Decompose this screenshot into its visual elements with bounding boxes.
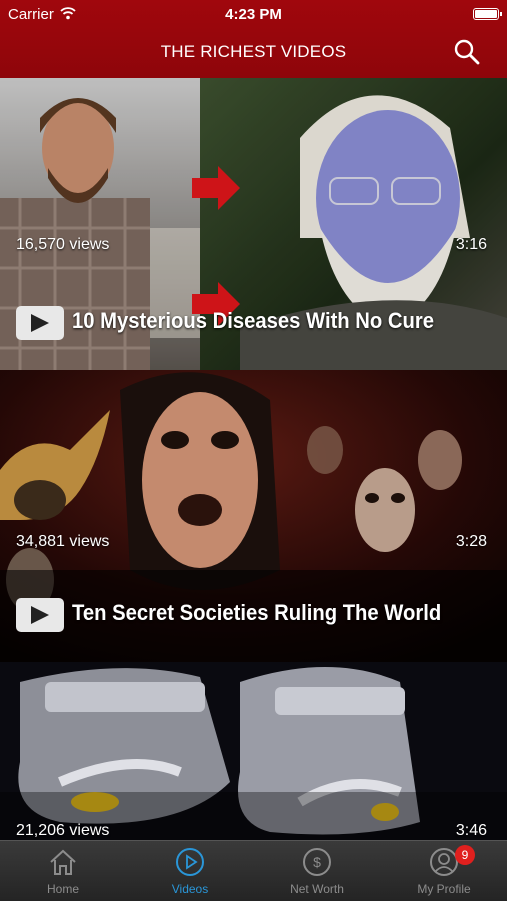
play-circle-icon xyxy=(176,848,204,876)
video-thumbnail xyxy=(0,662,507,840)
views-count: 16,570 views xyxy=(16,236,110,253)
video-title[interactable]: Ten Secret Societies Ruling The World xyxy=(72,600,441,626)
video-card[interactable]: 16,570 views 3:16 10 Mysterious Diseases… xyxy=(0,78,507,370)
tab-label: Net Worth xyxy=(290,882,344,896)
tab-my-profile[interactable]: 9 My Profile xyxy=(381,841,507,901)
tab-label: Videos xyxy=(171,882,209,896)
views-count: 34,881 views xyxy=(16,533,110,550)
video-duration: 3:28 xyxy=(455,533,487,550)
app-header: Carrier 4:23 PM THE RICHEST VIDEOS xyxy=(0,0,507,78)
video-title[interactable]: 10 Mysterious Diseases With No Cure xyxy=(72,308,434,334)
status-time: 4:23 PM xyxy=(225,6,282,23)
search-icon[interactable] xyxy=(453,38,481,66)
tab-bar: Home Videos $ Net Worth 9 My Profile xyxy=(0,840,507,901)
page-title: THE RICHEST VIDEOS xyxy=(160,42,347,61)
svg-text:$: $ xyxy=(313,854,321,870)
video-card[interactable]: 21,206 views 3:46 xyxy=(0,662,507,840)
dollar-circle-icon: $ xyxy=(303,848,331,876)
tab-home[interactable]: Home xyxy=(0,841,126,901)
play-icon[interactable] xyxy=(16,306,64,340)
video-duration: 3:46 xyxy=(455,822,487,839)
tab-label: Home xyxy=(46,882,79,896)
video-card[interactable]: 34,881 views 3:28 Ten Secret Societies R… xyxy=(0,370,507,662)
video-title-row[interactable]: 10 Mysterious Diseases With No Cure xyxy=(16,306,499,342)
video-duration: 3:16 xyxy=(455,236,487,253)
notification-badge: 9 xyxy=(455,845,475,865)
tab-label: My Profile xyxy=(417,882,471,896)
status-bar: Carrier 4:23 PM xyxy=(0,0,507,28)
play-icon[interactable] xyxy=(16,598,64,632)
home-icon xyxy=(50,849,76,875)
video-title-row[interactable]: Ten Secret Societies Ruling The World xyxy=(16,598,499,634)
battery-icon xyxy=(473,8,502,20)
views-count: 21,206 views xyxy=(16,822,110,839)
tab-net-worth[interactable]: $ Net Worth xyxy=(254,841,380,901)
video-feed[interactable]: 16,570 views 3:16 10 Mysterious Diseases… xyxy=(0,78,507,840)
tab-videos[interactable]: Videos xyxy=(127,841,253,901)
